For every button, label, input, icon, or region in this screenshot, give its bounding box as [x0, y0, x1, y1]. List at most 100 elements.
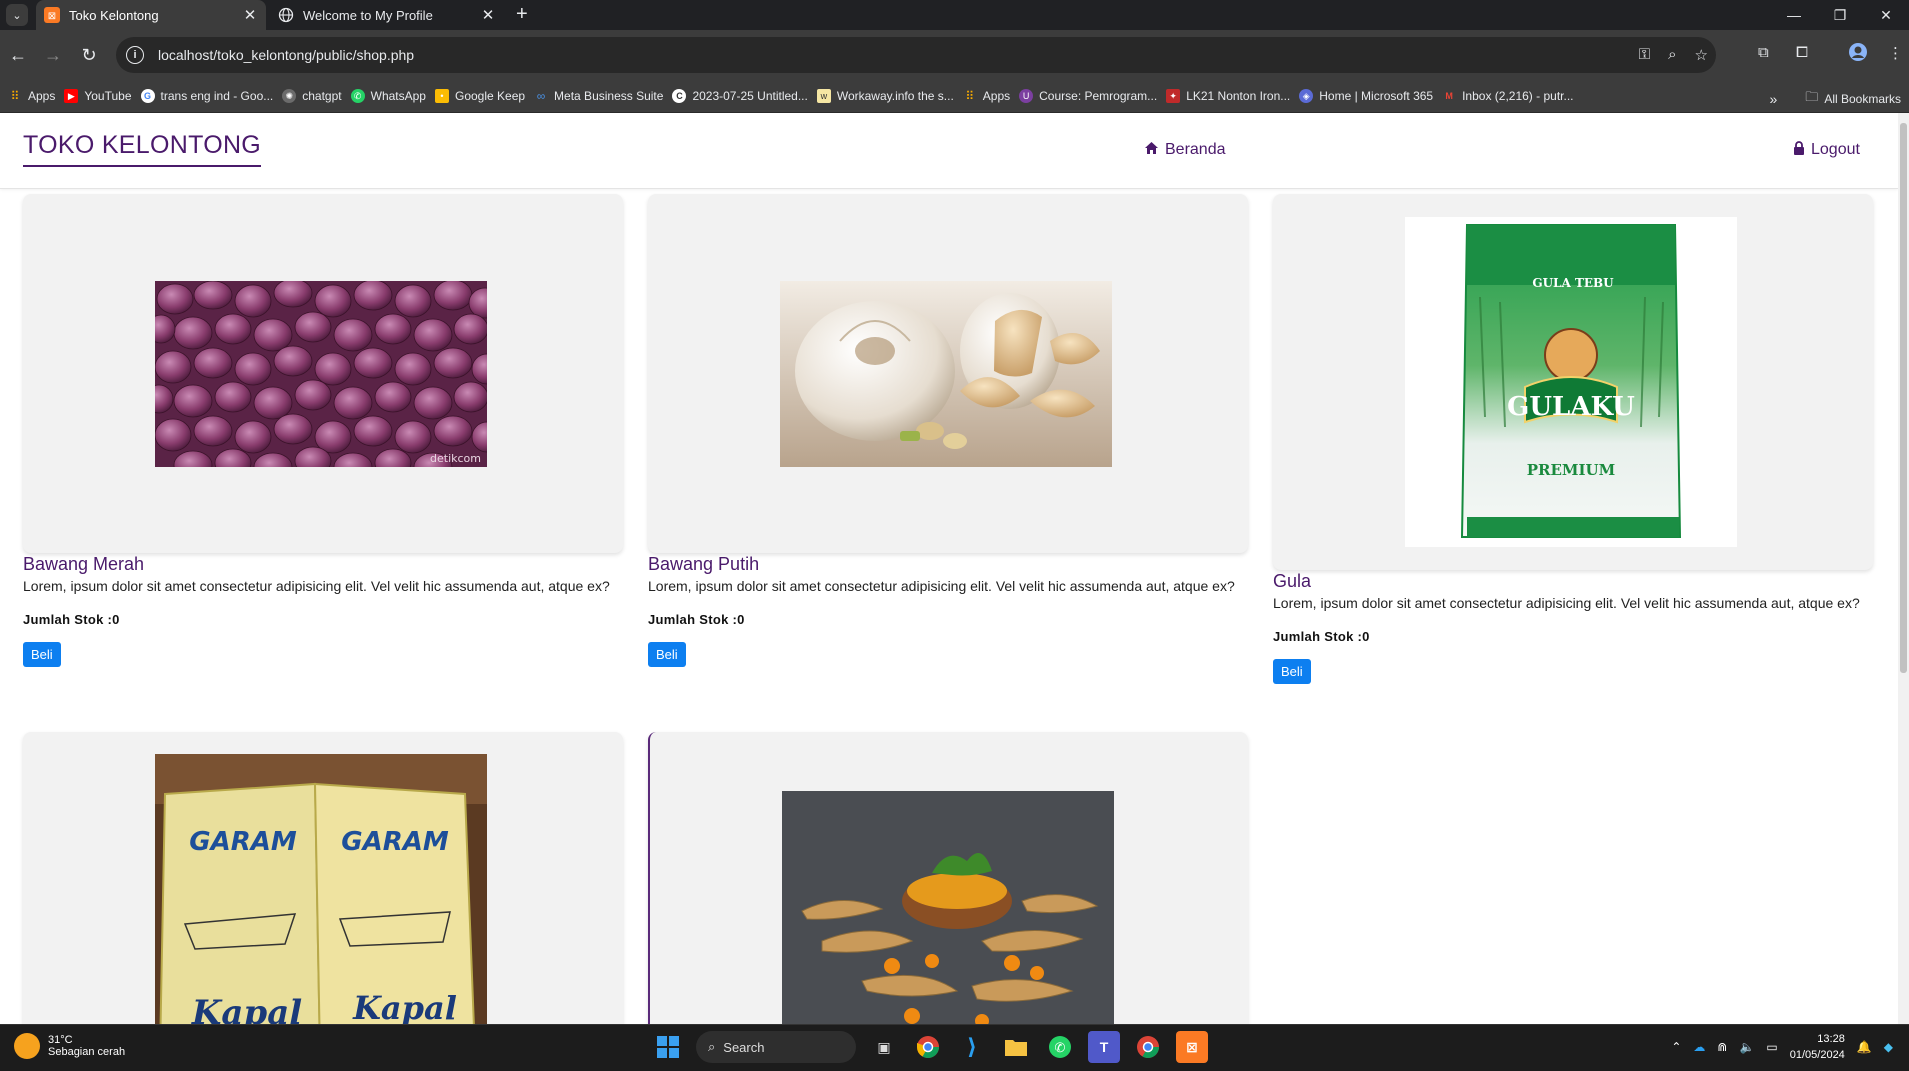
close-tab-icon[interactable]: ✕ [240, 6, 260, 24]
scrollbar-thumb[interactable] [1900, 123, 1907, 673]
canva-icon: C [672, 89, 687, 103]
bookmark-whatsapp[interactable]: ✆ WhatsApp [350, 89, 426, 103]
product-description: Lorem, ipsum dolor sit amet consectetur … [1273, 595, 1860, 611]
bookmarks-overflow-icon[interactable]: » [1770, 91, 1778, 107]
translate-icon[interactable]: ⧉ [1758, 44, 1769, 61]
site-info-icon[interactable]: i [126, 46, 144, 64]
tray-overflow-icon[interactable]: ⌃ [1671, 1040, 1681, 1054]
meta-icon: ∞ [536, 89, 546, 103]
volume-icon[interactable]: 🔈 [1739, 1040, 1754, 1054]
gulaku-brand-text: GULAKU [1507, 392, 1635, 422]
forward-icon[interactable]: → [40, 42, 66, 68]
tab-welcome-profile[interactable]: Welcome to My Profile ✕ [270, 0, 504, 30]
bookmark-star-icon[interactable]: ☆ [1695, 46, 1708, 64]
bookmark-label: LK21 Nonton Iron... [1186, 89, 1291, 103]
bookmark-meta[interactable]: ∞ Meta Business Suite [534, 89, 664, 103]
zoom-icon[interactable]: ⌕ [1668, 46, 1676, 64]
beli-button[interactable]: Beli [23, 642, 61, 667]
watermark-text: detikcom [430, 452, 481, 465]
bookmark-workaway[interactable]: w Workaway.info the s... [816, 89, 954, 103]
bookmark-label: YouTube [84, 89, 132, 103]
bookmark-apps-2[interactable]: ⠿ Apps [963, 89, 1010, 103]
new-tab-icon[interactable]: + [516, 3, 528, 26]
beli-button[interactable]: Beli [648, 642, 686, 667]
system-tray: ⌃ ☁ ⋒ 🔈 ▭ 13:28 01/05/2024 🔔 ◆ [1671, 1031, 1893, 1063]
onedrive-icon[interactable]: ☁ [1693, 1040, 1705, 1054]
xampp-icon[interactable]: ⊠ [1176, 1031, 1208, 1063]
menu-kebab-icon[interactable]: ⋮ [1888, 44, 1903, 62]
search-icon: ⌕ [708, 1039, 716, 1054]
product-image-frame [648, 194, 1248, 553]
bookmark-label: Workaway.info the s... [836, 89, 954, 103]
address-bar[interactable]: i localhost/toko_kelontong/public/shop.p… [116, 37, 1716, 73]
url-text[interactable]: localhost/toko_kelontong/public/shop.php [158, 47, 414, 63]
kapal-text: Kapal [191, 993, 302, 1024]
bookmark-translate[interactable]: Gtrans eng ind - Goo... [140, 89, 273, 103]
task-view-icon[interactable]: ▣ [868, 1031, 900, 1063]
product-stock: Jumlah Stok :0 [648, 612, 745, 627]
chrome-profile-icon[interactable] [1132, 1031, 1164, 1063]
garam-brand-text: GARAM [189, 827, 297, 857]
file-explorer-icon[interactable] [1000, 1031, 1032, 1063]
notification-bell-icon[interactable]: 🔔 [1857, 1040, 1872, 1054]
extensions-icon[interactable]: ⧠ [1796, 44, 1808, 61]
turmeric-image [782, 791, 1114, 1024]
bookmark-lk21[interactable]: ✦ LK21 Nonton Iron... [1166, 89, 1290, 103]
product-card-bawang-merah: detikcom Bawang Merah Lorem, ipsum dolor… [23, 194, 623, 667]
teams-icon[interactable]: T [1088, 1031, 1120, 1063]
bookmark-youtube[interactable]: ▶ YouTube [64, 89, 132, 103]
nav-logout[interactable]: Logout [1793, 141, 1860, 159]
site-navbar: TOKO KELONTONG Beranda Logout [0, 113, 1898, 189]
folder-icon: 🗀 [1805, 89, 1819, 104]
browser-tab-strip: ⌄ ⊠ Toko Kelontong ✕ Welcome to My Profi… [0, 0, 1909, 30]
youtube-icon: ▶ [64, 89, 79, 103]
tab-search-button[interactable]: ⌄ [6, 4, 28, 26]
bookmark-apps[interactable]: ⠿ Apps [8, 89, 56, 103]
close-window-icon[interactable]: ✕ [1863, 0, 1909, 30]
back-icon[interactable]: ← [5, 42, 31, 68]
svg-text:⊠: ⊠ [48, 11, 56, 22]
beli-button[interactable]: Beli [1273, 659, 1311, 684]
taskbar-search[interactable]: ⌕ Search [696, 1031, 856, 1063]
gmail-icon: M [1445, 91, 1453, 101]
whatsapp-taskbar-icon[interactable]: ✆ [1044, 1031, 1076, 1063]
profile-avatar-icon[interactable] [1848, 42, 1868, 66]
bookmark-label: Meta Business Suite [554, 89, 664, 103]
product-image-frame: GULA TEBU GULAKU PREMIUM [1273, 194, 1873, 570]
garam-image: GARAM GARAM Kapal Kapal [155, 754, 487, 1024]
site-brand[interactable]: TOKO KELONTONG [23, 131, 262, 167]
gula-tebu-text: GULA TEBU [1532, 276, 1614, 290]
product-description: Lorem, ipsum dolor sit amet consectetur … [648, 578, 1235, 594]
copilot-icon[interactable]: ◆ [1884, 1040, 1893, 1054]
bookmark-untitled[interactable]: C 2023-07-25 Untitled... [672, 89, 808, 103]
chatgpt-icon: ✺ [282, 89, 297, 103]
minimize-icon[interactable]: — [1771, 0, 1817, 30]
windows-start-icon[interactable] [652, 1031, 684, 1063]
all-bookmarks[interactable]: » 🗀 All Bookmarks [1770, 88, 1902, 110]
reload-icon[interactable]: ↻ [76, 42, 102, 68]
wifi-icon[interactable]: ⋒ [1717, 1040, 1727, 1054]
course-icon: U [1019, 89, 1034, 103]
nav-beranda-label: Beranda [1165, 141, 1226, 158]
close-tab-icon[interactable]: ✕ [478, 6, 498, 24]
bookmark-gmail[interactable]: M Inbox (2,216) - putr... [1442, 89, 1573, 103]
restore-icon[interactable]: ❐ [1817, 0, 1863, 30]
bookmark-microsoft365[interactable]: ◈ Home | Microsoft 365 [1299, 89, 1433, 103]
product-image-frame: detikcom [23, 194, 623, 553]
chrome-icon[interactable] [912, 1031, 944, 1063]
password-key-icon[interactable]: ⚿ [1639, 46, 1650, 64]
nav-beranda[interactable]: Beranda [1144, 141, 1226, 159]
page-viewport: TOKO KELONTONG Beranda Logout detikcom B… [0, 113, 1898, 1024]
vscode-icon[interactable]: ⟩ [956, 1031, 988, 1063]
bookmark-chatgpt[interactable]: ✺ chatgpt [282, 89, 342, 103]
clock[interactable]: 13:28 01/05/2024 [1790, 1031, 1845, 1063]
product-image-frame [648, 732, 1248, 1024]
bookmarks-bar: ⠿ Apps ▶ YouTube Gtrans eng ind - Goo... ✺… [0, 80, 1909, 113]
tab-toko-kelontong[interactable]: ⊠ Toko Kelontong ✕ [36, 0, 266, 30]
bookmark-course[interactable]: U Course: Pemrogram... [1019, 89, 1157, 103]
bookmark-google-keep[interactable]: • Google Keep [434, 89, 525, 103]
product-name: Bawang Putih [648, 554, 760, 574]
weather-widget[interactable]: 31°C Sebagian cerah [14, 1033, 125, 1059]
page-scrollbar[interactable] [1898, 113, 1909, 1024]
battery-icon[interactable]: ▭ [1766, 1040, 1777, 1054]
